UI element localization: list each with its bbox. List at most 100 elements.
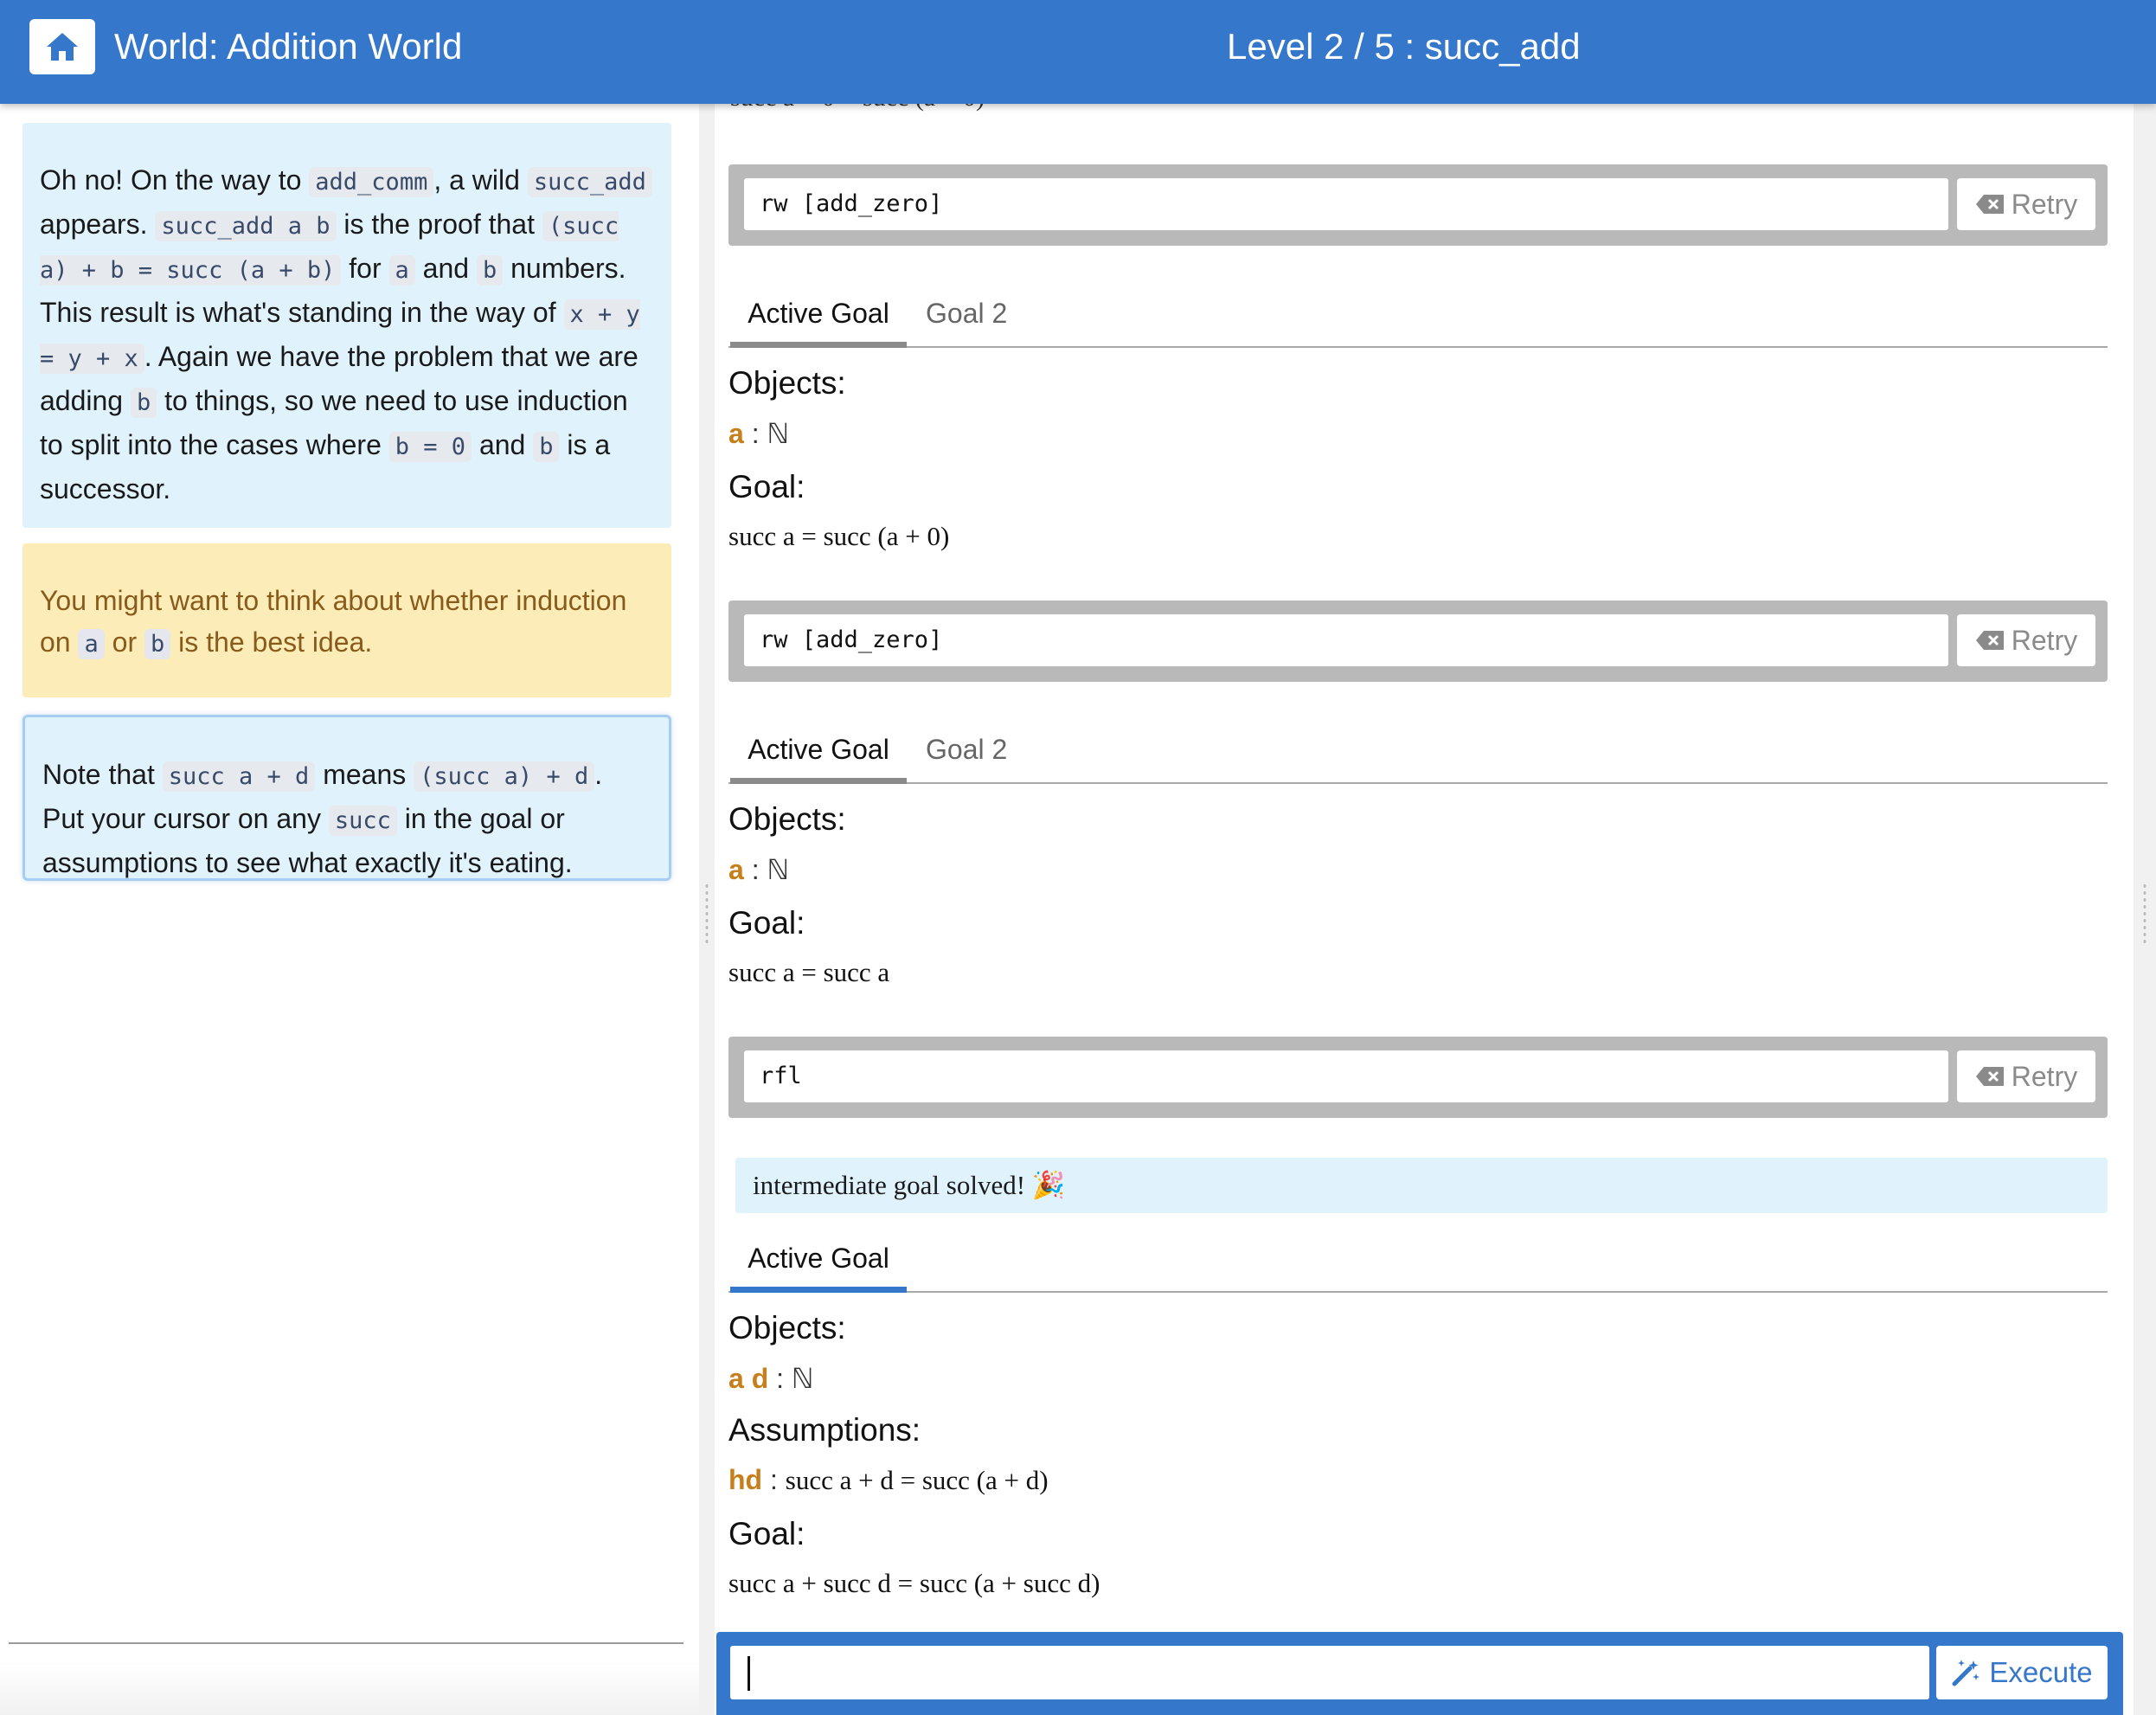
tab-goal-2[interactable]: Goal 2 bbox=[926, 287, 1007, 348]
goal-formula[interactable]: succ a + succ d = succ (a + succ d) bbox=[728, 1568, 1100, 1599]
command-text[interactable]: rfl bbox=[744, 1050, 1948, 1102]
magic-wand-icon bbox=[1952, 1660, 1980, 1686]
intro-message: Oh no! On the way to add_comm, a wild su… bbox=[22, 123, 671, 528]
text: is the best idea. bbox=[170, 626, 373, 658]
tab-active-goal[interactable]: Active Goal bbox=[730, 287, 907, 348]
goal-tabs: Active Goal bbox=[728, 1232, 2108, 1293]
objects-heading: Objects: bbox=[728, 365, 846, 401]
code-snippet: (succ a) + d bbox=[414, 761, 595, 792]
grip-dots bbox=[704, 883, 709, 943]
backspace-icon bbox=[1975, 631, 2004, 650]
tab-baseline bbox=[728, 346, 2108, 348]
tab-baseline bbox=[728, 1291, 2108, 1293]
execute-button[interactable]: Execute bbox=[1936, 1646, 2108, 1699]
object-line: a : ℕ bbox=[728, 853, 789, 886]
panel-footer bbox=[0, 1661, 699, 1715]
retry-label: Retry bbox=[2011, 624, 2078, 656]
assumption-name[interactable]: hd bbox=[728, 1464, 762, 1495]
text: means bbox=[315, 759, 414, 790]
code-snippet: a bbox=[388, 255, 415, 286]
backspace-icon bbox=[1975, 195, 2004, 214]
hint-message: You might want to think about whether in… bbox=[22, 543, 671, 697]
code-snippet: succ_add bbox=[527, 167, 652, 197]
object-line: a d : ℕ bbox=[728, 1362, 814, 1395]
assumption-formula[interactable]: succ a + d = succ (a + d) bbox=[786, 1465, 1049, 1495]
command-entry: rfl Retry bbox=[728, 1037, 2108, 1118]
retry-button[interactable]: Retry bbox=[1957, 178, 2095, 230]
code-snippet: a bbox=[78, 629, 105, 659]
object-sep: : bbox=[743, 418, 767, 449]
tab-baseline bbox=[728, 782, 2108, 784]
goal-formula[interactable]: succ a = succ (a + 0) bbox=[728, 521, 949, 552]
text: Note that bbox=[42, 759, 163, 790]
text: , a wild bbox=[433, 164, 528, 196]
retry-button[interactable]: Retry bbox=[1957, 1050, 2095, 1102]
object-names[interactable]: a d bbox=[728, 1363, 768, 1394]
text: is the proof that bbox=[336, 209, 542, 240]
object-type: ℕ bbox=[767, 854, 790, 885]
object-type: ℕ bbox=[791, 1363, 814, 1394]
execute-label: Execute bbox=[1989, 1656, 2093, 1688]
goal-heading: Goal: bbox=[728, 905, 805, 941]
grip-dots bbox=[2142, 883, 2147, 943]
note-message: Note that succ a + d means (succ a) + d.… bbox=[22, 715, 671, 881]
command-text[interactable]: rw [add_zero] bbox=[744, 178, 1948, 230]
proof-panel: succ a + 0 = succ (a + 0) rw [add_zero] … bbox=[715, 104, 2134, 1715]
goal-solved-message: intermediate goal solved! 🎉 bbox=[735, 1158, 2108, 1213]
text: Oh no! On the way to bbox=[40, 164, 310, 196]
object-name[interactable]: a bbox=[728, 418, 744, 449]
text: and bbox=[414, 253, 477, 284]
command-input-bar: Execute bbox=[716, 1632, 2123, 1715]
code-snippet: b bbox=[144, 629, 171, 659]
code-snippet: b = 0 bbox=[388, 432, 472, 462]
tab-active-goal[interactable]: Active Goal bbox=[730, 1232, 907, 1293]
goal-formula[interactable]: succ a = succ a bbox=[728, 957, 889, 988]
previous-goal-text: succ a + 0 = succ (a + 0) bbox=[730, 104, 985, 112]
level-text-panel: Oh no! On the way to add_comm, a wild su… bbox=[0, 104, 699, 1715]
active-tab-indicator bbox=[730, 1287, 907, 1293]
retry-button[interactable]: Retry bbox=[1957, 614, 2095, 666]
goal-heading: Goal: bbox=[728, 469, 805, 504]
objects-heading: Objects: bbox=[728, 801, 846, 837]
code-snippet: b bbox=[130, 388, 157, 418]
goal-tabs: Active Goal Goal 2 bbox=[728, 723, 2108, 784]
retry-label: Retry bbox=[2011, 188, 2078, 220]
command-entry: rw [add_zero] Retry bbox=[728, 164, 2108, 246]
active-tab-indicator bbox=[730, 342, 907, 348]
text: and bbox=[472, 429, 534, 460]
code-snippet: succ bbox=[328, 806, 397, 836]
assumption-line: hd : succ a + d = succ (a + d) bbox=[728, 1464, 1049, 1496]
object-sep: : bbox=[743, 854, 767, 885]
object-sep: : bbox=[768, 1363, 792, 1394]
code-snippet: add_comm bbox=[309, 167, 434, 197]
goal-tabs: Active Goal Goal 2 bbox=[728, 287, 2108, 348]
command-entry: rw [add_zero] Retry bbox=[728, 601, 2108, 682]
object-line: a : ℕ bbox=[728, 417, 789, 450]
object-type: ℕ bbox=[767, 418, 790, 449]
assumption-sep: : bbox=[762, 1464, 786, 1495]
column-resize-handle[interactable] bbox=[699, 104, 715, 1715]
text: appears. bbox=[40, 209, 156, 240]
home-button[interactable] bbox=[29, 19, 95, 74]
code-snippet: succ a + d bbox=[162, 761, 316, 792]
text: or bbox=[104, 626, 144, 658]
active-tab-indicator bbox=[730, 778, 907, 784]
tab-goal-2[interactable]: Goal 2 bbox=[926, 723, 1007, 784]
home-icon bbox=[47, 33, 78, 61]
right-gutter bbox=[2134, 104, 2156, 1715]
tab-active-goal[interactable]: Active Goal bbox=[730, 723, 907, 784]
code-snippet: b bbox=[476, 255, 504, 286]
assumptions-heading: Assumptions: bbox=[728, 1412, 921, 1448]
code-snippet: b bbox=[533, 432, 560, 462]
code-snippet: succ_add a b bbox=[155, 211, 337, 241]
object-name[interactable]: a bbox=[728, 854, 744, 885]
command-text[interactable]: rw [add_zero] bbox=[744, 614, 1948, 666]
objects-heading: Objects: bbox=[728, 1310, 846, 1346]
retry-label: Retry bbox=[2011, 1060, 2078, 1092]
text: for bbox=[341, 253, 389, 284]
world-title: World: Addition World bbox=[114, 26, 463, 67]
goal-heading: Goal: bbox=[728, 1516, 805, 1551]
top-bar: World: Addition World Level 2 / 5 : succ… bbox=[0, 0, 2156, 104]
backspace-icon bbox=[1975, 1067, 2004, 1086]
command-input[interactable] bbox=[730, 1646, 1929, 1699]
